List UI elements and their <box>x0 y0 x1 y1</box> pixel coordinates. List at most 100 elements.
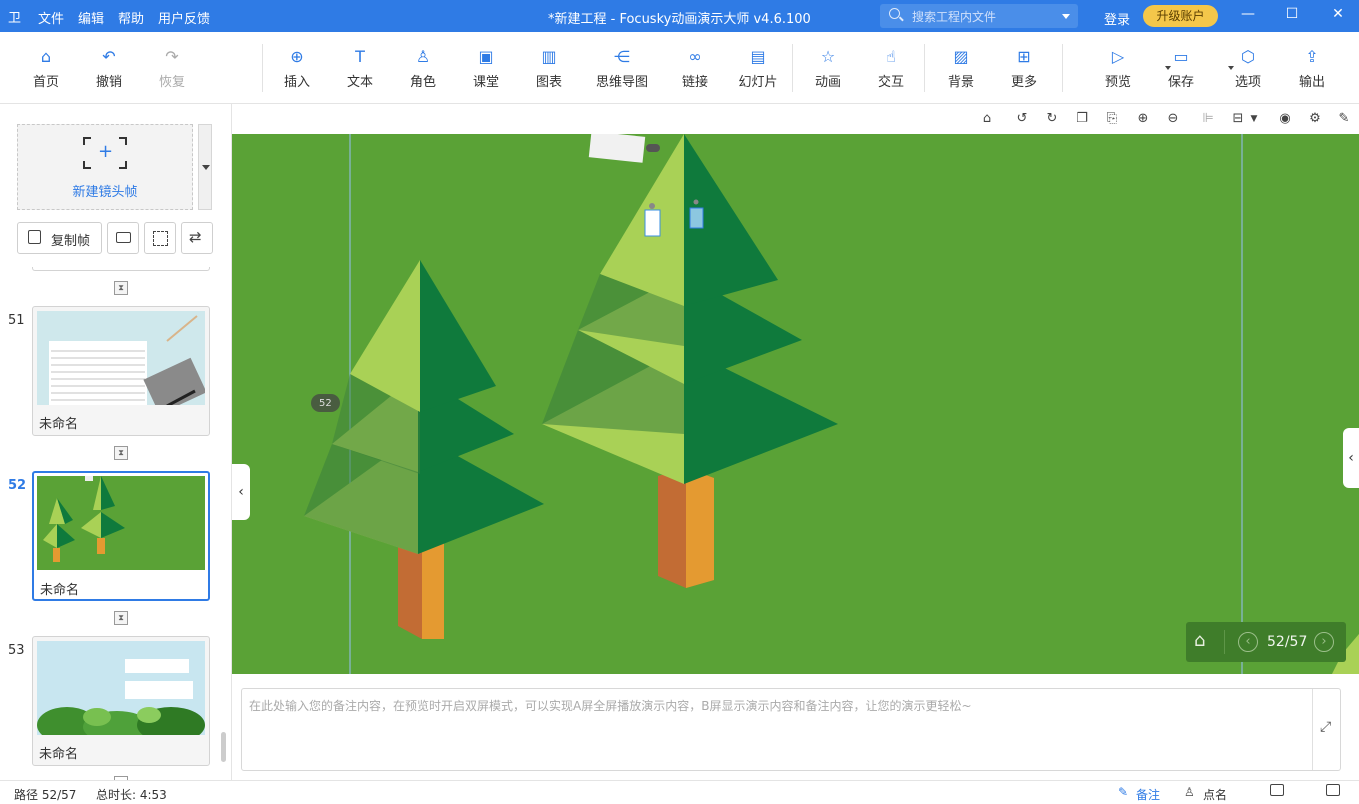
search-input[interactable]: 搜索工程内文件 <box>880 4 1078 28</box>
collapse-panel-tab[interactable]: ‹ <box>232 464 250 520</box>
options-button[interactable]: ⬡ 选项 <box>1219 32 1277 104</box>
menu-feedback[interactable]: 用户反馈 <box>158 8 210 27</box>
edit-icon[interactable]: ✎ <box>1336 111 1352 127</box>
minimize-icon[interactable]: — <box>1236 6 1260 26</box>
keyboard-image <box>588 134 646 163</box>
maximize-icon[interactable]: ☐ <box>1280 6 1304 26</box>
frame-thumbnail-52[interactable]: 未命名 <box>32 471 210 601</box>
menu-file[interactable]: 文件 <box>38 8 64 27</box>
frame-thumbnail-51[interactable]: 未命名 <box>32 306 210 436</box>
person-icon: ♙ <box>415 47 431 66</box>
slides-button[interactable]: ▤ 幻灯片 <box>729 32 787 104</box>
copy-icon[interactable]: ❐ <box>1074 111 1090 127</box>
menu-edit[interactable]: 编辑 <box>78 8 104 27</box>
link-button[interactable]: ∞ 链接 <box>666 32 724 104</box>
toolbar-divider <box>1062 44 1063 92</box>
frame-select-icon <box>153 231 168 246</box>
animation-button[interactable]: ☆ 动画 <box>799 32 857 104</box>
screenshot-icon[interactable]: ◉ <box>1277 111 1293 127</box>
large-tree <box>542 134 838 588</box>
mindmap-icon: ⋲ <box>614 47 630 66</box>
fit-frame-button[interactable] <box>144 222 176 254</box>
menu-help[interactable]: 帮助 <box>118 8 144 27</box>
hand-icon: ☝ <box>886 47 896 66</box>
login-link[interactable]: 登录 <box>1104 9 1130 28</box>
settings-screen-icon[interactable]: ⚙ <box>1307 111 1323 127</box>
next-frame-icon[interactable]: › <box>1314 632 1334 652</box>
text-button[interactable]: T 文本 <box>331 32 389 104</box>
zoom-out-icon[interactable]: ⊖ <box>1165 111 1181 127</box>
transition-marker-icon[interactable]: ⧗ <box>114 446 128 460</box>
frame-name: 未命名 <box>39 417 79 432</box>
transition-marker-icon[interactable]: ⧗ <box>114 611 128 625</box>
insert-button[interactable]: ⊕ 插入 <box>268 32 326 104</box>
frame-name: 未命名 <box>40 583 80 598</box>
notes-toggle[interactable]: 备注 <box>1136 786 1160 803</box>
home-icon: ⌂ <box>40 47 52 66</box>
align-icon[interactable]: ⊫ <box>1200 111 1216 127</box>
text-icon: T <box>355 47 365 66</box>
notes-placeholder: 在此处输入您的备注内容，在预览时开启双屏模式，可以实现A屏全屏播放演示内容，B屏… <box>249 699 972 713</box>
rotate-left-icon[interactable]: ↺ <box>1014 111 1030 127</box>
close-icon[interactable]: ✕ <box>1326 6 1350 26</box>
frame-list-scrollbar[interactable] <box>221 732 226 762</box>
screen-icon[interactable] <box>1270 784 1284 796</box>
main-toolbar: ⌂ 首页 ↶ 撤销 ↷ 恢复 ⊕ 插入 T 文本 ♙ 角色 ▣ 课堂 ▥ 图表 ⋲ 思维导图 ∞ 链… <box>0 32 1359 104</box>
window-title: *新建工程 - Focusky动画演示大师 v4.6.100 <box>548 12 811 27</box>
more-button[interactable]: ⊞ 更多 <box>995 32 1053 104</box>
export-button[interactable]: ⇪ 输出 <box>1283 32 1341 104</box>
home-button[interactable]: ⌂ 首页 <box>17 32 75 104</box>
mindmap-button[interactable]: ⋲ 思维导图 <box>590 32 654 104</box>
chart-button[interactable]: ▥ 图表 <box>520 32 578 104</box>
fullscreen-icon[interactable] <box>1326 784 1340 796</box>
frame-panel: + 新建镜头帧 复制帧 ⇄ ⧗ 51 未命名 ⧗ 52 未命名 ⧗ 53 未命名 <box>0 104 232 780</box>
preview-button[interactable]: ▷ 预览 <box>1089 32 1171 104</box>
prev-frame-icon[interactable]: ‹ <box>1238 632 1258 652</box>
plus-circle-icon: ⊕ <box>290 47 304 66</box>
undo-button[interactable]: ↶ 撤销 <box>80 32 138 104</box>
link-icon: ∞ <box>688 47 702 66</box>
background-icon: ▨ <box>953 47 969 66</box>
transition-marker-icon[interactable]: ⧗ <box>114 281 128 295</box>
home-view-icon[interactable]: ⌂ <box>979 111 995 127</box>
add-frame-icon: + <box>83 137 127 169</box>
new-frame-label: 新建镜头帧 <box>72 185 138 200</box>
expand-icon[interactable]: ⤢ <box>1320 719 1331 735</box>
notes-icon[interactable]: ✎ <box>1118 785 1128 799</box>
home-icon[interactable]: ⌂ <box>1194 630 1205 651</box>
lock-icon[interactable]: ⊟ <box>1230 111 1246 127</box>
background-button[interactable]: ▨ 背景 <box>932 32 990 104</box>
toolbar-divider <box>924 44 925 92</box>
save-button[interactable]: ▭ 保存 <box>1152 32 1234 104</box>
frame-thumbnail-53[interactable]: 未命名 <box>32 636 210 766</box>
rollcall-toggle[interactable]: 点名 <box>1203 786 1227 803</box>
rotate-right-icon[interactable]: ↻ <box>1044 111 1060 127</box>
new-frame-button[interactable]: + 新建镜头帧 <box>17 124 193 210</box>
role-button[interactable]: ♙ 角色 <box>394 32 452 104</box>
upgrade-button[interactable]: 升级账户 <box>1143 5 1218 27</box>
expand-right-panel-tab[interactable]: ‹ <box>1343 428 1359 488</box>
new-frame-dropdown[interactable] <box>198 124 212 210</box>
play-icon: ▷ <box>1111 47 1125 66</box>
more-grid-icon: ⊞ <box>1017 47 1031 66</box>
frame-number: 51 <box>8 313 25 328</box>
frame-number: 53 <box>8 643 25 658</box>
phone-image <box>644 209 661 237</box>
zoom-in-icon[interactable]: ⊕ <box>1135 111 1151 127</box>
chevron-down-icon[interactable] <box>1062 14 1070 19</box>
editing-canvas[interactable]: 52 <box>232 134 1359 674</box>
redo-button[interactable]: ↷ 恢复 <box>143 32 201 104</box>
menu-bar: 文件 编辑 帮助 用户反馈 <box>38 8 210 27</box>
notes-textarea[interactable]: 在此处输入您的备注内容，在预览时开启双屏模式，可以实现A屏全屏播放演示内容，B屏… <box>241 688 1341 771</box>
interaction-button[interactable]: ☝ 交互 <box>862 32 920 104</box>
frame-preview <box>37 311 205 405</box>
transition-button[interactable]: ⇄ <box>181 222 213 254</box>
copy-icon <box>28 230 41 244</box>
copy-frame-button[interactable]: 复制帧 <box>17 222 102 254</box>
paste-icon[interactable]: ⎘ <box>1104 111 1120 127</box>
camera-button[interactable] <box>107 222 139 254</box>
person-icon[interactable]: ♙ <box>1184 785 1195 799</box>
chevron-down-icon[interactable]: ▼ <box>1246 111 1262 127</box>
classroom-button[interactable]: ▣ 课堂 <box>457 32 515 104</box>
stage-navigator: ⌂ ‹ 52/57 › <box>1186 622 1346 662</box>
